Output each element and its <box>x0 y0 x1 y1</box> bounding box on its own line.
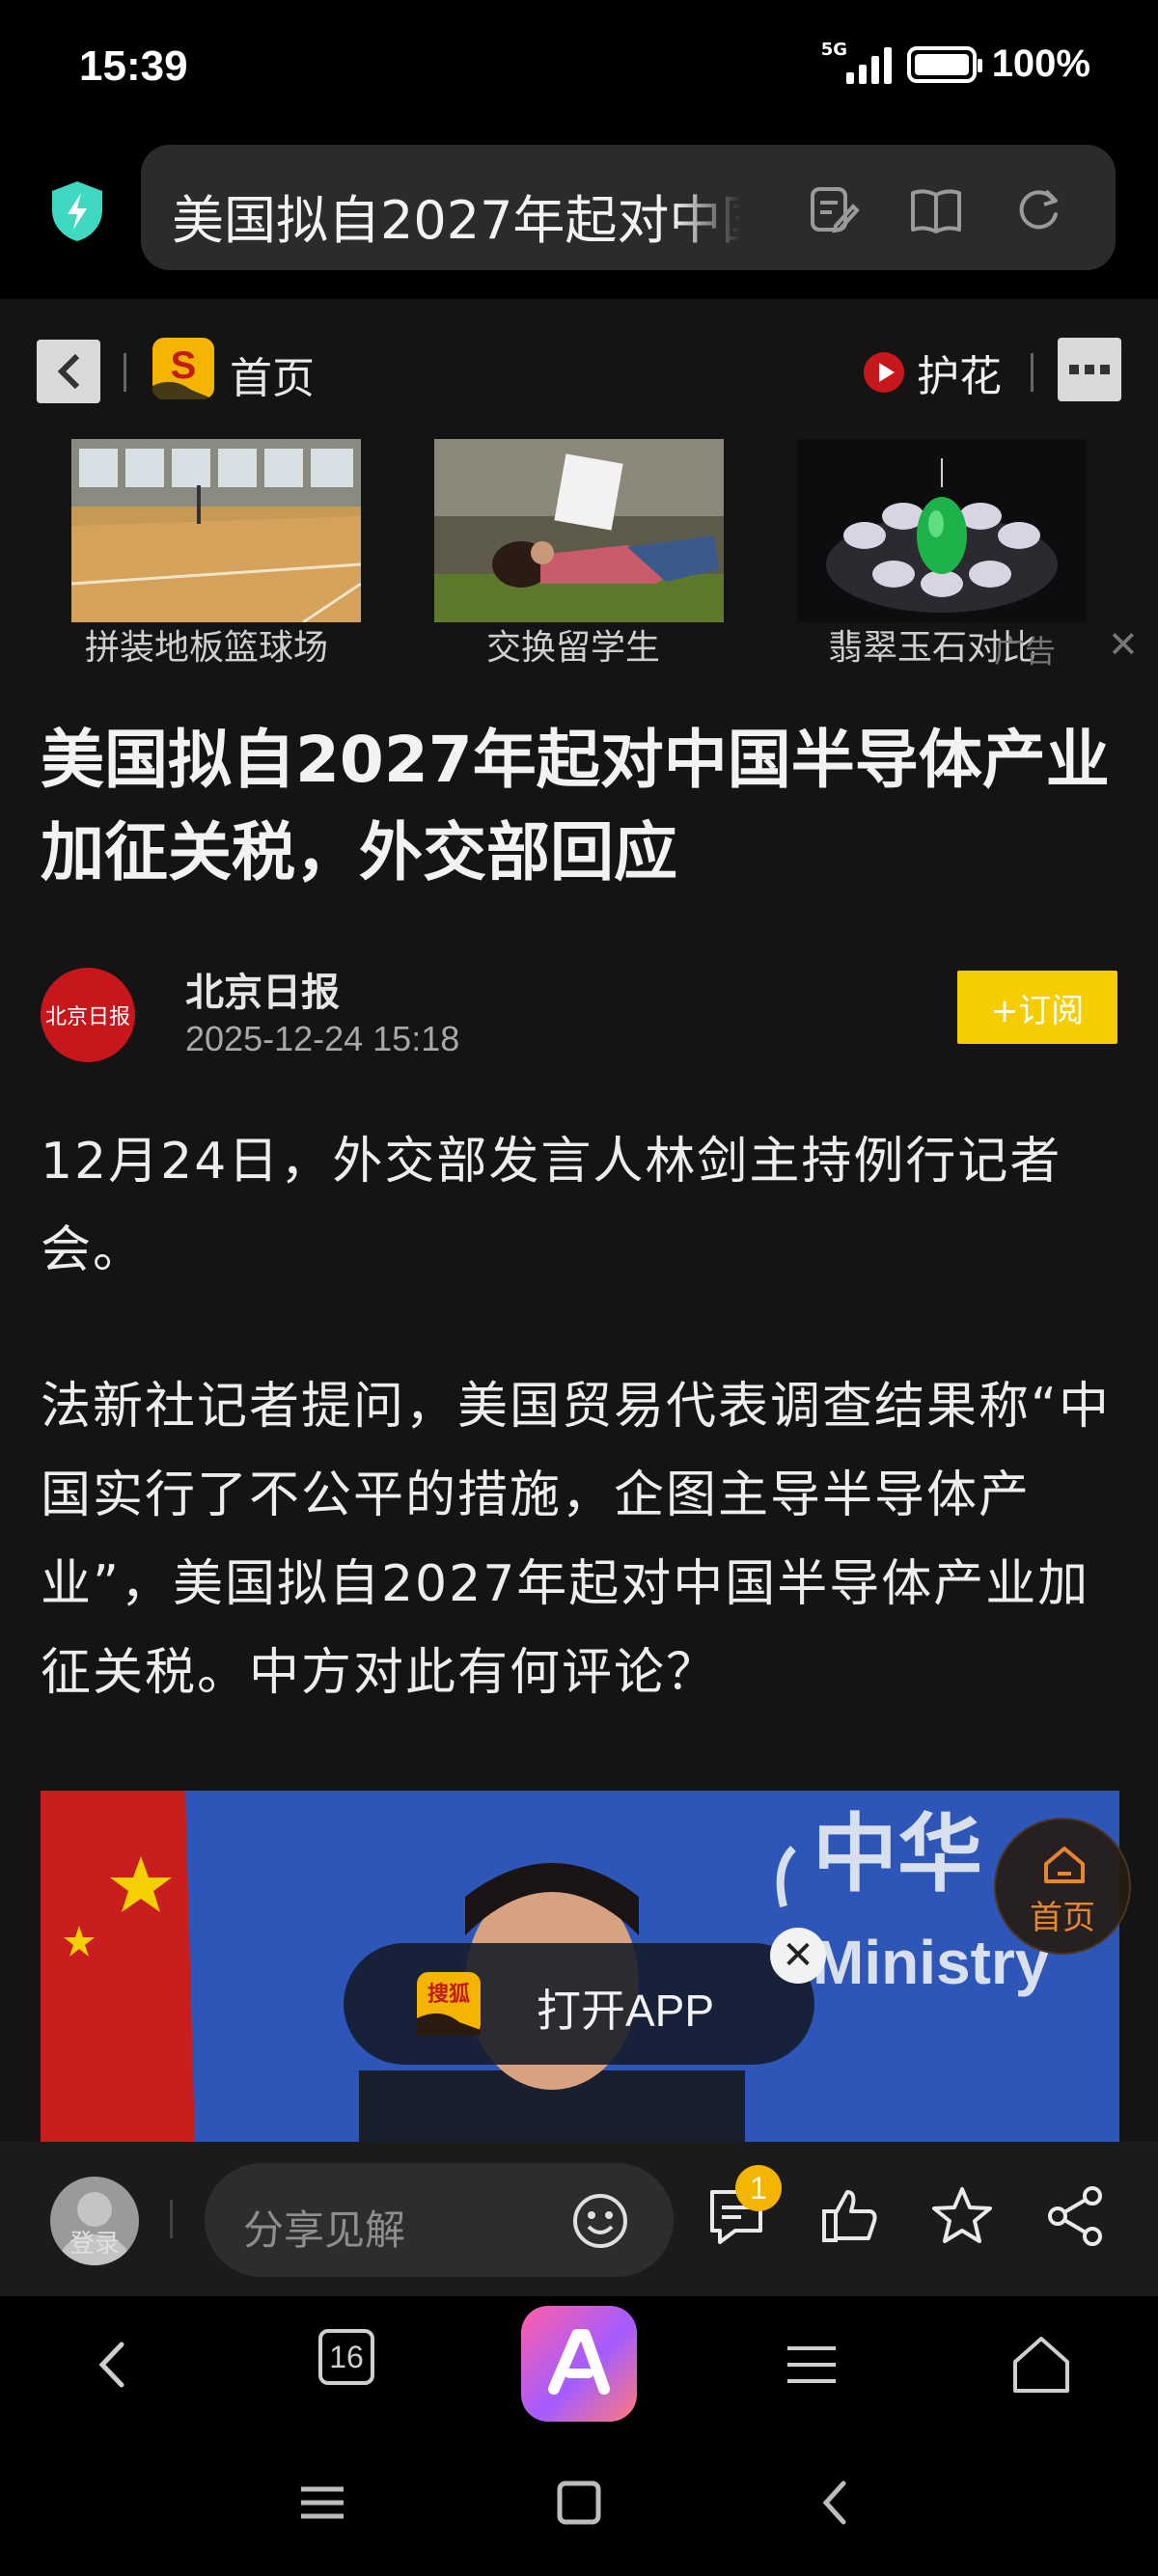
source-name[interactable]: 北京日报 <box>185 961 340 1017</box>
comment-placeholder: 分享见解 <box>243 2206 406 2254</box>
signal-icon: 5G <box>821 40 892 84</box>
close-icon[interactable]: ✕ <box>770 1928 826 1984</box>
divider <box>124 353 126 392</box>
status-time: 15:39 <box>79 42 188 90</box>
floating-home-label: 首页 <box>1030 1899 1095 1937</box>
browser-home-icon[interactable] <box>1007 2331 1075 2398</box>
network-type: 5G <box>820 39 847 60</box>
floating-home-button[interactable]: 首页 <box>994 1818 1131 1955</box>
system-back-icon[interactable] <box>807 2474 865 2532</box>
ad-image-student[interactable] <box>434 439 724 622</box>
open-app-button[interactable]: 搜狐 打开APP <box>344 1943 814 2065</box>
divider <box>1031 353 1034 392</box>
article-paragraph: 法新社记者提问，美国贸易代表调查结果称“中国实行了不公平的措施，企图主导半导体产… <box>41 1378 1111 1702</box>
battery-icon <box>906 45 982 83</box>
battery-percent: 100% <box>991 42 1090 85</box>
ad-close-icon[interactable]: ✕ <box>1108 623 1139 666</box>
status-bar: 15:39 5G 100% <box>0 0 1158 145</box>
ai-assistant-button[interactable] <box>521 2306 637 2422</box>
ad-label[interactable]: 交换留学生 <box>486 619 660 670</box>
home-square-icon[interactable] <box>550 2474 608 2532</box>
sohu-logo-icon[interactable]: S <box>152 338 214 399</box>
source-logo[interactable]: 北京日报 <box>41 968 135 1062</box>
ad-label[interactable]: 拼装地板篮球场 <box>85 619 328 670</box>
refresh-icon[interactable] <box>1011 183 1065 237</box>
more-button[interactable] <box>1058 338 1121 401</box>
address-bar[interactable]: 美国拟自2027年起对中国半导体产业加征关税，外交部回应 <box>141 145 1116 270</box>
open-app-label: 打开APP <box>537 1986 715 2036</box>
play-circle-icon <box>864 352 904 393</box>
tabs-button[interactable]: 16 <box>318 2329 374 2385</box>
photo-text: 中华 <box>813 1804 982 1904</box>
recents-icon[interactable] <box>293 2474 351 2532</box>
article-paragraph: 12月24日，外交部发言人林剑主持例行记者会。 <box>41 1133 1062 1279</box>
login-avatar[interactable]: 登录 <box>50 2177 139 2265</box>
login-label: 登录 <box>69 2230 120 2259</box>
browser-nav-bar: 16 <box>0 2296 1158 2431</box>
chevron-left-icon <box>57 353 80 390</box>
subscribe-button[interactable]: +订阅 <box>957 971 1117 1044</box>
menu-icon[interactable] <box>778 2331 845 2398</box>
site-header: S 首页 护花 <box>0 299 1158 434</box>
reader-mode-icon[interactable] <box>909 183 963 237</box>
huhua-label: 护花 <box>917 352 1002 401</box>
back-icon[interactable] <box>79 2331 147 2398</box>
bottom-toolbar: 登录 分享见解 1 <box>0 2142 1158 2296</box>
ad-image-jade[interactable] <box>797 439 1087 622</box>
edit-note-icon[interactable] <box>807 183 861 237</box>
system-nav-bar <box>0 2431 1158 2576</box>
address-bar-area: 美国拟自2027年起对中国半导体产业加征关税，外交部回应 <box>0 145 1158 299</box>
share-icon[interactable] <box>1044 2184 1108 2248</box>
thumbs-up-icon[interactable] <box>818 2184 882 2248</box>
ad-image-basketball-court[interactable] <box>71 439 361 622</box>
svg-text:搜狐: 搜狐 <box>427 1982 470 2007</box>
star-icon[interactable] <box>930 2184 994 2248</box>
comment-count-badge: 1 <box>735 2165 782 2211</box>
divider <box>170 2200 173 2238</box>
huhua-link[interactable]: 护花 <box>861 342 1002 403</box>
screen: 15:39 5G 100% 美国拟自2027年起对中国半导体产业加征关税，外交部… <box>0 0 1158 2576</box>
status-right: 5G 100% <box>821 40 1090 86</box>
sohu-app-icon: 搜狐 <box>417 1972 481 2036</box>
home-link[interactable]: 首页 <box>230 343 315 405</box>
url-text[interactable]: 美国拟自2027年起对中国半导体产业加征关税，外交部回应 <box>172 178 741 254</box>
comment-input[interactable]: 分享见解 <box>205 2163 674 2277</box>
back-button[interactable] <box>37 340 100 403</box>
article-title: 美国拟自2027年起对中国半导体产业加征关税，外交部回应 <box>41 723 1110 890</box>
shield-icon[interactable] <box>48 179 106 243</box>
ad-strip: 拼装地板篮球场 交换留学生 翡翠玉石对比 广告 ✕ <box>0 434 1158 675</box>
ad-tag: 广告 <box>994 633 1057 670</box>
publish-date: 2025-12-24 15:18 <box>185 1019 460 1058</box>
svg-text:S: S <box>171 344 197 387</box>
home-icon <box>1044 1847 1085 1883</box>
ai-icon <box>548 2329 610 2395</box>
emoji-icon[interactable] <box>571 2192 629 2250</box>
